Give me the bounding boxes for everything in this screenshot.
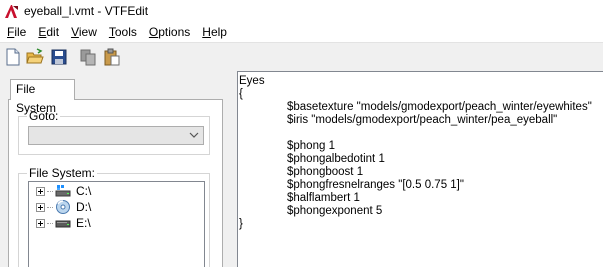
menu-tools[interactable]: Tools	[103, 23, 143, 42]
window-title: eyeball_l.vmt - VTFEdit	[24, 4, 149, 18]
file-system-tree[interactable]: C:\ D:\ E:\	[28, 181, 205, 267]
tree-item-c-drive[interactable]: C:\	[36, 183, 91, 199]
paste-icon[interactable]	[103, 48, 121, 66]
save-icon[interactable]	[50, 48, 68, 66]
drive-label: C:\	[76, 184, 92, 198]
menu-view-mnemonic: V	[71, 25, 79, 39]
editor-line: $basetexture "models/gmodexport/peach_wi…	[287, 101, 592, 113]
menu-tools-label: ools	[114, 25, 137, 39]
menu-help-label: elp	[210, 25, 227, 39]
copy-icon[interactable]	[79, 48, 97, 66]
toolbar	[0, 42, 603, 70]
menu-edit-label: dit	[46, 25, 60, 39]
drive-label: D:\	[76, 200, 92, 214]
expand-icon[interactable]	[36, 218, 45, 228]
open-folder-icon[interactable]	[26, 48, 44, 66]
chevron-down-icon	[189, 132, 199, 138]
vmt-text-editor[interactable]: Eyes { $basetexture "models/gmodexport/p…	[237, 71, 603, 267]
editor-line: $phong 1	[287, 140, 335, 152]
menu-options-label: ptions	[158, 25, 191, 39]
removable-drive-icon	[55, 220, 71, 228]
tree-connector	[47, 206, 53, 208]
file-system-label: File System:	[27, 166, 98, 180]
menu-view[interactable]: View	[65, 23, 103, 42]
new-file-icon[interactable]	[4, 48, 22, 66]
title-bar: eyeball_l.vmt - VTFEdit	[0, 0, 603, 23]
editor-line: {	[239, 88, 243, 100]
editor-line: $halflambert 1	[287, 192, 360, 204]
editor-line: Eyes	[239, 75, 265, 87]
menu-options-mnemonic: O	[148, 25, 159, 39]
menu-bar: File Edit View Tools Options Help	[0, 23, 603, 42]
expand-icon[interactable]	[36, 186, 45, 196]
menu-options[interactable]: Options	[143, 23, 196, 42]
menu-file-label: ile	[14, 25, 27, 39]
editor-line: $phongboost 1	[287, 166, 364, 178]
editor-line: $iris "models/gmodexport/peach_winter/pe…	[287, 114, 558, 126]
menu-edit[interactable]: Edit	[32, 23, 65, 42]
tree-item-e-drive[interactable]: E:\	[36, 215, 91, 231]
expand-icon[interactable]	[36, 202, 45, 212]
tab-file-system[interactable]: File System	[10, 79, 75, 115]
menu-view-label: iew	[78, 25, 97, 39]
tree-item-d-drive[interactable]: D:\	[36, 199, 91, 215]
editor-line: }	[239, 218, 243, 230]
menu-file[interactable]: File	[1, 23, 32, 42]
vtfedit-app-icon	[4, 4, 19, 19]
editor-line: $phongfresnelranges "[0.5 0.75 1]"	[287, 179, 464, 191]
tree-connector	[47, 222, 53, 224]
hard-drive-icon	[55, 185, 71, 197]
editor-line: $phongexponent 5	[287, 205, 383, 217]
goto-combobox[interactable]	[28, 126, 204, 145]
drive-label: E:\	[76, 216, 91, 230]
menu-help[interactable]: Help	[196, 23, 233, 42]
menu-help-mnemonic: H	[202, 25, 211, 39]
tree-connector	[47, 190, 53, 192]
optical-drive-icon	[56, 200, 70, 214]
editor-line: $phongalbedotint 1	[287, 153, 385, 165]
